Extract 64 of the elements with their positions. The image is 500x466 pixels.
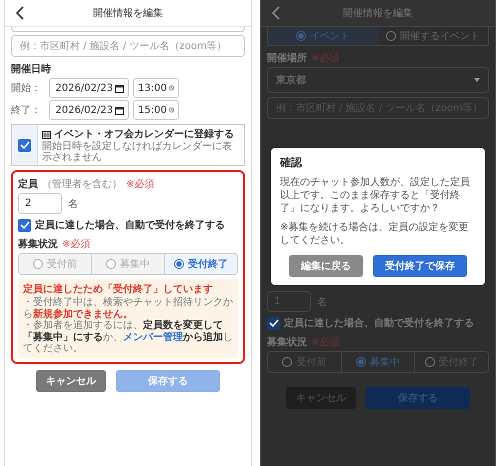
radio-icon <box>33 259 43 269</box>
notice-text: ・参加者を追加するには、定員数を変更して「募集中」にするか、メンバー管理から追加してください。 <box>23 320 233 354</box>
cancel-button[interactable]: キャンセル <box>36 370 106 392</box>
prefecture-dropdown[interactable]: 東京都 <box>267 67 489 93</box>
radio-option[interactable]: 受付終了 <box>164 254 237 274</box>
type-option[interactable]: イベント <box>268 27 378 45</box>
calendar-icon <box>115 84 124 92</box>
checkbox-label: イベント・オフ会カレンダーに登録する <box>54 128 234 140</box>
field-label: 募集状況 <box>18 238 58 251</box>
radio-icon <box>174 259 184 269</box>
field-label: 定員 <box>18 177 38 191</box>
dialog-note: ※募集を続ける場合は、定員の設定を変更してください。 <box>280 221 470 247</box>
member-link[interactable]: メンバー管理 <box>123 332 183 342</box>
required-mark: ※必須 <box>311 52 340 65</box>
time-field[interactable]: 13:00 <box>133 78 179 98</box>
required-mark: ※必須 <box>311 336 340 349</box>
screen-title: 開催情報を編集 <box>92 6 164 20</box>
checkbox[interactable] <box>18 218 31 232</box>
save-button[interactable]: 受付終了で保存 <box>373 255 467 277</box>
checkbox[interactable] <box>267 316 280 330</box>
radio-icon <box>386 31 396 41</box>
field-label: 開始： <box>11 82 42 95</box>
radio-option[interactable]: 募集中 <box>340 352 414 372</box>
dialog-title: 確認 <box>280 155 304 170</box>
date-field[interactable]: 2026/02/23 <box>49 78 129 98</box>
text-field[interactable] <box>11 27 245 32</box>
field-label: 終了： <box>11 104 42 117</box>
unit-label: 名 <box>68 198 78 210</box>
checkbox[interactable] <box>18 138 31 152</box>
radio-option[interactable]: 募集中 <box>91 254 164 274</box>
field-label: 開催日時 <box>11 62 51 76</box>
hint-text: 開始日時を設定しなければカレンダーに表示されません <box>42 141 233 163</box>
radio-option[interactable]: 受付前 <box>19 254 91 274</box>
check-icon <box>20 141 30 149</box>
checkbox-label: 定員に達した場合、自動で受付を終了する <box>284 316 474 330</box>
check-icon <box>268 319 278 327</box>
time-field[interactable]: 15:00 <box>133 100 179 120</box>
calendar-icon <box>42 130 51 138</box>
required-mark: ※必須 <box>62 238 90 251</box>
field-hint: （管理者を含む） <box>42 178 122 191</box>
notice-text: ・受付終了中は、検索やチャット招待リンクから新規参加できません。 <box>23 297 233 320</box>
radio-icon <box>424 357 435 367</box>
checkbox-label: 定員に達した場合、自動で受付を終了する <box>35 218 225 232</box>
capacity-field[interactable]: 2 <box>18 193 62 214</box>
check-icon <box>20 221 30 229</box>
date-field[interactable]: 2026/02/23 <box>49 100 129 120</box>
field-label: 開催場所 <box>267 52 307 65</box>
required-mark: ※必須 <box>126 178 154 191</box>
clock-icon <box>168 83 174 93</box>
unit-label: 名 <box>317 296 327 308</box>
radio-icon <box>282 357 292 367</box>
type-option[interactable]: 開催するイベント <box>378 27 488 45</box>
radio-icon <box>106 259 116 269</box>
back-button[interactable]: 編集に戻る <box>289 255 363 277</box>
field-label: 募集状況 <box>267 336 307 349</box>
calendar-icon <box>115 106 124 114</box>
back-icon[interactable] <box>15 6 25 20</box>
notice-title: 定員に達したため「受付終了」しています <box>23 282 214 296</box>
radio-icon <box>356 357 366 367</box>
dialog-message: 現在のチャット参加人数が、設定した定員以上です。このまま保存すると「受付終了」になります。よろしいですか？ <box>280 176 471 215</box>
screen-title: 開催情報を編集 <box>342 6 414 20</box>
dropdown-caret-icon <box>474 78 480 82</box>
clock-icon <box>168 105 174 115</box>
radio-icon <box>296 31 306 41</box>
